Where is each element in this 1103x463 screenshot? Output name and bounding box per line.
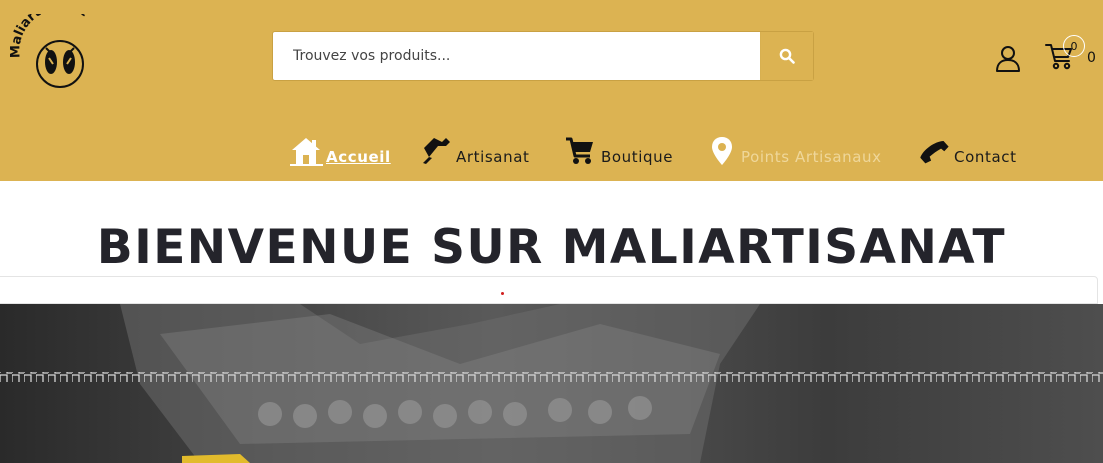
hero-banner-image — [0, 304, 1103, 463]
search-icon — [779, 48, 795, 64]
search-bar — [272, 31, 814, 81]
nav-label-contact: Contact — [954, 148, 1017, 166]
hero-background — [0, 304, 1103, 463]
site-logo[interactable]: Maliartisanat — [8, 0, 110, 90]
carousel-frame — [0, 276, 1098, 304]
hammer-icon — [423, 138, 450, 164]
carousel-indicator-dot[interactable] — [501, 292, 504, 295]
nav-item-accueil[interactable]: Accueil — [290, 130, 391, 166]
cart-badge: 0 — [1063, 35, 1085, 57]
cart-count: 0 — [1087, 50, 1096, 66]
map-pin-icon — [712, 137, 732, 165]
nav-item-artisanat[interactable]: Artisanat — [420, 130, 529, 166]
site-header: Maliartisanat — [0, 0, 1103, 181]
nav-item-boutique[interactable]: Boutique — [565, 130, 673, 166]
nav-label-artisanat: Artisanat — [456, 148, 530, 166]
account-button[interactable] — [994, 44, 1022, 72]
home-icon — [292, 138, 320, 164]
nav-label-boutique: Boutique — [601, 148, 674, 166]
page-title: BIENVENUE SUR MALIARTISANAT — [96, 220, 1007, 275]
search-button[interactable] — [760, 32, 813, 80]
user-icon — [996, 46, 1020, 72]
shopping-cart-icon — [566, 137, 593, 164]
nav-label-points-artisanaux: Points Artisanaux — [741, 148, 882, 166]
nav-item-points-artisanaux[interactable]: Points Artisanaux — [711, 130, 882, 166]
nav-item-contact[interactable]: Contact — [918, 130, 1017, 166]
search-input[interactable] — [273, 32, 761, 80]
phone-icon — [920, 141, 949, 164]
active-underline — [290, 164, 323, 166]
nav-label-accueil: Accueil — [326, 148, 391, 166]
